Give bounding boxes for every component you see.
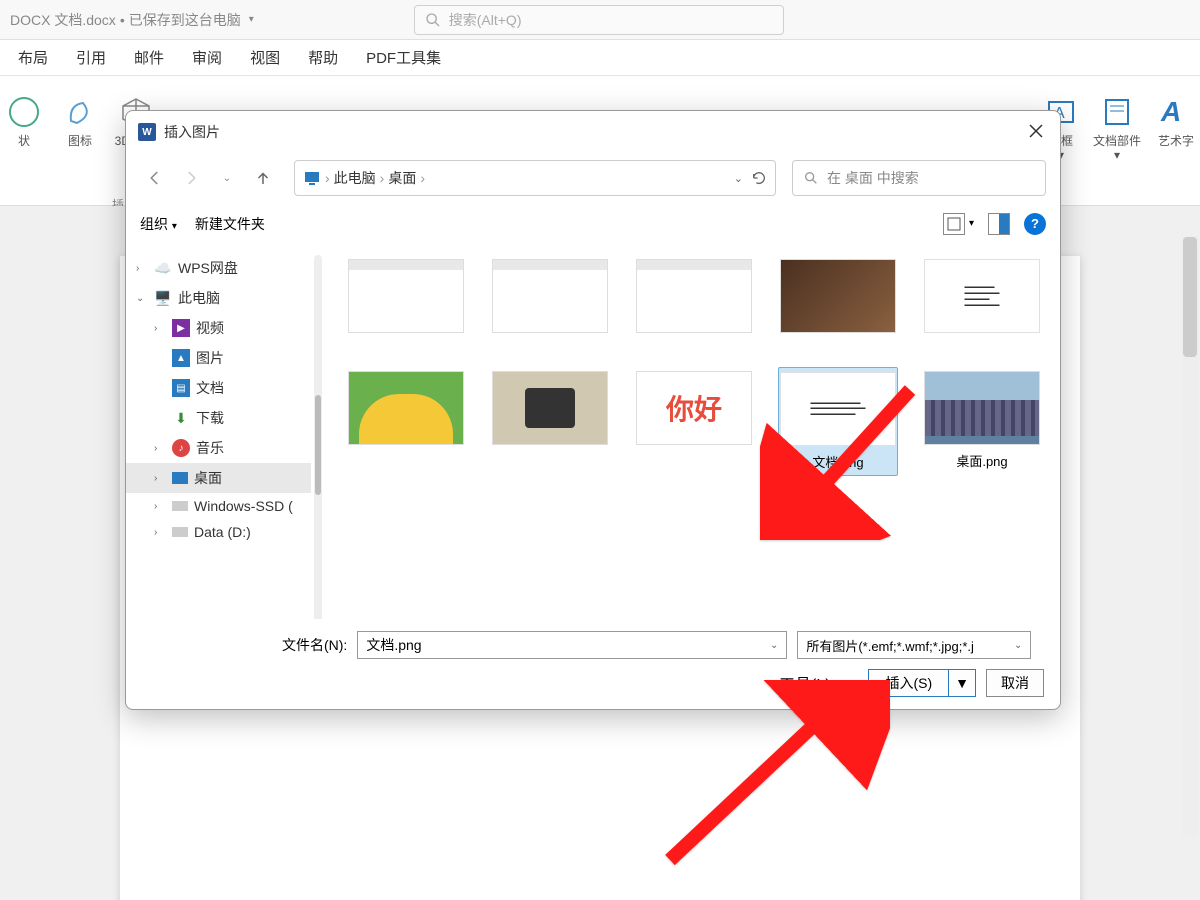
search-icon <box>803 170 819 186</box>
ribbon-icons[interactable]: 图标 <box>56 86 104 148</box>
svg-text:A: A <box>1160 96 1181 127</box>
title-bar: DOCX 文档.docx • 已保存到这台电脑 ▾ 搜索(Alt+Q) <box>0 0 1200 40</box>
menu-pdf-tools[interactable]: PDF工具集 <box>358 43 449 72</box>
file-grid: ▬▬▬▬▬▬▬▬▬▬▬▬▬▬▬▬▬▬▬▬▬▬▬▬▬ 你好 ▬▬▬▬▬▬▬▬▬▬▬… <box>312 245 1060 619</box>
tree-desktop[interactable]: ›桌面 <box>126 463 311 493</box>
file-label: 桌面.png <box>956 451 1007 470</box>
insert-picture-dialog: W 插入图片 ⌄ › 此电脑 › 桌面 › ⌄ 在 桌面 中搜索 组织 ▾ <box>125 110 1061 710</box>
pc-icon: 🖥️ <box>154 289 172 307</box>
new-folder-button[interactable]: 新建文件夹 <box>195 214 265 234</box>
menu-bar: 布局 引用 邮件 审阅 视图 帮助 PDF工具集 <box>0 40 1200 76</box>
file-item[interactable] <box>346 255 466 337</box>
close-icon <box>1028 123 1044 139</box>
tree-data-d[interactable]: ›Data (D:) <box>126 519 311 545</box>
file-item[interactable] <box>634 255 754 337</box>
docparts-icon <box>1102 97 1132 127</box>
insert-button[interactable]: 插入(S) ▼ <box>868 669 976 697</box>
ribbon-doc-parts[interactable]: 文档部件▾ <box>1090 86 1144 163</box>
arrow-left-icon <box>146 169 164 187</box>
downloads-icon: ⬇ <box>172 409 190 427</box>
drive-icon <box>172 527 188 537</box>
pc-icon <box>303 169 321 187</box>
menu-mail[interactable]: 邮件 <box>126 43 172 72</box>
arrow-right-icon <box>182 169 200 187</box>
cloud-icon: ☁️ <box>154 259 172 277</box>
nav-back[interactable] <box>140 163 170 193</box>
file-item[interactable] <box>490 255 610 337</box>
file-item[interactable] <box>490 367 610 476</box>
video-icon: ▶ <box>172 319 190 337</box>
global-search[interactable]: 搜索(Alt+Q) <box>414 5 784 35</box>
nav-up[interactable] <box>248 163 278 193</box>
tree-this-pc[interactable]: ⌄🖥️此电脑 <box>126 283 311 313</box>
wordart-icon: A <box>1159 95 1193 129</box>
file-label: 文档.png <box>812 452 863 471</box>
tree-videos[interactable]: ›▶视频 <box>126 313 311 343</box>
dialog-title-text: 插入图片 <box>164 122 220 142</box>
word-app-icon: W <box>138 123 156 141</box>
doc-title: DOCX 文档.docx <box>10 10 116 30</box>
tree-documents[interactable]: ▤文档 <box>126 373 311 403</box>
leaf-icon <box>63 95 97 129</box>
dialog-footer: 文件名(N): 文档.png ⌄ 所有图片(*.emf;*.wmf;*.jpg;… <box>126 619 1060 709</box>
preview-pane-button[interactable] <box>988 213 1010 235</box>
arrow-up-icon <box>254 169 272 187</box>
grid-scrollbar[interactable] <box>314 255 322 619</box>
organize-dropdown[interactable]: 组织 ▾ <box>140 214 177 234</box>
search-placeholder: 搜索(Alt+Q) <box>449 10 522 30</box>
file-item[interactable] <box>346 367 466 476</box>
menu-references[interactable]: 引用 <box>68 43 114 72</box>
file-item[interactable]: 你好 <box>634 367 754 476</box>
view-icon <box>947 217 961 231</box>
menu-layout[interactable]: 布局 <box>10 43 56 72</box>
cancel-button[interactable]: 取消 <box>986 669 1044 697</box>
dialog-titlebar: W 插入图片 <box>126 111 1060 153</box>
docs-icon: ▤ <box>172 379 190 397</box>
tree-wps-cloud[interactable]: ›☁️WPS网盘 <box>126 253 311 283</box>
ribbon-wordart[interactable]: A 艺术字 <box>1152 86 1200 148</box>
search-icon <box>425 12 441 28</box>
folder-tree: ›☁️WPS网盘 ⌄🖥️此电脑 ›▶视频 ▲图片 ▤文档 ⬇下载 ›♪音乐 ›桌… <box>126 245 312 619</box>
menu-review[interactable]: 审阅 <box>184 43 230 72</box>
path-dropdown[interactable]: ⌄ <box>734 172 743 185</box>
menu-help[interactable]: 帮助 <box>300 43 346 72</box>
dialog-toolbar: 组织 ▾ 新建文件夹 ▾ ? <box>126 203 1060 245</box>
filetype-select[interactable]: 所有图片(*.emf;*.wmf;*.jpg;*.j ⌄ <box>797 631 1031 659</box>
refresh-icon[interactable] <box>751 170 767 186</box>
tree-music[interactable]: ›♪音乐 <box>126 433 311 463</box>
drive-icon <box>172 501 188 511</box>
menu-view[interactable]: 视图 <box>242 43 288 72</box>
file-item[interactable] <box>778 255 898 337</box>
filename-label: 文件名(N): <box>282 635 347 655</box>
path-bar[interactable]: › 此电脑 › 桌面 › ⌄ <box>294 160 776 196</box>
tree-pictures[interactable]: ▲图片 <box>126 343 311 373</box>
path-folder[interactable]: 桌面 <box>388 168 416 188</box>
filename-input[interactable]: 文档.png ⌄ <box>357 631 787 659</box>
tools-dropdown[interactable]: 工具(L) ▼ <box>779 671 846 695</box>
pictures-icon: ▲ <box>172 349 190 367</box>
shapes-icon <box>7 95 41 129</box>
title-dropdown-icon[interactable]: ▾ <box>249 14 254 25</box>
dialog-nav: ⌄ › 此电脑 › 桌面 › ⌄ 在 桌面 中搜索 <box>126 153 1060 203</box>
dialog-search-placeholder: 在 桌面 中搜索 <box>827 168 919 188</box>
dialog-search[interactable]: 在 桌面 中搜索 <box>792 160 1046 196</box>
view-mode-button[interactable]: ▾ <box>943 213 974 235</box>
nav-forward[interactable] <box>176 163 206 193</box>
music-icon: ♪ <box>172 439 190 457</box>
file-item[interactable]: ▬▬▬▬▬▬▬▬▬▬▬▬▬▬▬▬▬▬▬▬▬▬▬▬▬ <box>922 255 1042 337</box>
saved-status: 已保存到这台电脑 <box>129 10 241 30</box>
tree-windows-ssd[interactable]: ›Windows-SSD ( <box>126 493 311 519</box>
close-button[interactable] <box>1024 119 1048 146</box>
file-item[interactable]: 桌面.png <box>922 367 1042 476</box>
desktop-icon <box>172 472 188 484</box>
tree-downloads[interactable]: ⬇下载 <box>126 403 311 433</box>
insert-dropdown[interactable]: ▼ <box>948 669 976 697</box>
nav-recent[interactable]: ⌄ <box>212 163 242 193</box>
file-item-selected[interactable]: ▬▬▬▬▬▬▬▬▬▬▬▬▬▬▬▬▬▬▬▬▬▬▬▬▬▬▬▬▬▬ 文档.png <box>778 367 898 476</box>
ribbon-shapes[interactable]: 状 <box>0 86 48 148</box>
path-root[interactable]: 此电脑 <box>334 168 376 188</box>
help-button[interactable]: ? <box>1024 213 1046 235</box>
doc-scrollbar[interactable] <box>1182 236 1198 836</box>
